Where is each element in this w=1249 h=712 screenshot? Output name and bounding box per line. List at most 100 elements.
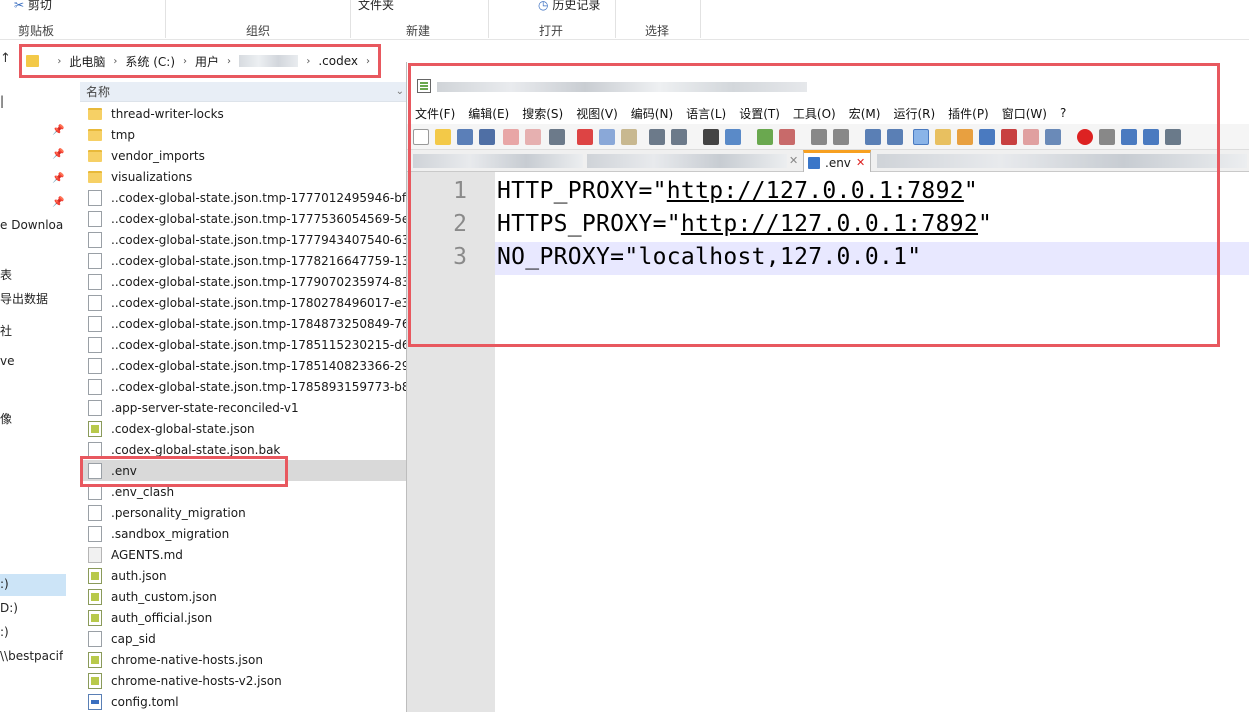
list-item[interactable]: ..codex-global-state.json.tmp-1779070235… — [84, 271, 406, 292]
list-item[interactable]: chrome-native-hosts.json — [84, 649, 406, 670]
file-name: config.toml — [111, 694, 179, 709]
file-name: auth_custom.json — [111, 589, 217, 604]
ribbon-divider — [488, 0, 489, 38]
nav-item-drive-d[interactable]: D:) — [0, 601, 18, 615]
list-item[interactable]: auth.json — [84, 565, 406, 586]
list-item[interactable]: .app-server-state-reconciled-v1 — [84, 397, 406, 418]
list-item[interactable]: config.toml — [84, 691, 406, 712]
breadcrumb-system-c[interactable]: 系统 (C:) — [125, 53, 175, 70]
list-item[interactable]: ..codex-global-state.json.tmp-1777012495… — [84, 187, 406, 208]
chevron-right-icon[interactable]: › — [183, 56, 187, 67]
list-item[interactable]: ..codex-global-state.json.tmp-1778216647… — [84, 250, 406, 271]
file-name: ..codex-global-state.json.tmp-1777536054… — [111, 211, 406, 226]
nav-item[interactable]: ve — [0, 354, 14, 368]
file-icon — [88, 189, 102, 206]
file-name: chrome-native-hosts-v2.json — [111, 673, 282, 688]
new-folder-button[interactable]: 文件夹 — [358, 0, 394, 13]
config-file-icon — [88, 693, 102, 710]
file-name: ..codex-global-state.json.tmp-1779070235… — [111, 274, 406, 289]
chevron-down-icon[interactable]: ⌄ — [396, 82, 404, 102]
file-list: 名称 ⌄ thread-writer-locks tmp vendor_import… — [70, 78, 406, 712]
folder-icon — [26, 55, 40, 67]
file-name: ..codex-global-state.json.tmp-1785140823… — [111, 358, 406, 373]
list-item[interactable]: .personality_migration — [84, 502, 406, 523]
list-item[interactable]: AGENTS.md — [84, 544, 406, 565]
chevron-right-icon[interactable]: › — [113, 56, 117, 67]
nav-item[interactable]: 导出数据 — [0, 290, 48, 307]
file-name: ..codex-global-state.json.tmp-1785893159… — [111, 379, 406, 394]
list-item[interactable]: ..codex-global-state.json.tmp-1780278496… — [84, 292, 406, 313]
file-icon — [88, 252, 102, 269]
nav-item[interactable]: | — [0, 94, 4, 108]
up-arrow-icon[interactable]: ↑ — [0, 51, 11, 66]
ribbon: ✂ 剪切 文件夹 ◷ 历史记录 剪贴板 组织 新建 打开 选择 — [0, 0, 1249, 40]
file-name: auth.json — [111, 568, 167, 583]
list-item[interactable]: ..codex-global-state.json.tmp-1784873250… — [84, 313, 406, 334]
file-icon — [88, 294, 102, 311]
list-item[interactable]: thread-writer-locks — [84, 103, 406, 124]
breadcrumb-this-pc[interactable]: 此电脑 — [69, 53, 105, 70]
file-icon — [88, 525, 102, 542]
list-item[interactable]: ..codex-global-state.json.tmp-1785140823… — [84, 355, 406, 376]
file-icon — [88, 231, 102, 248]
nav-item[interactable]: 社 — [0, 322, 12, 339]
file-name: auth_official.json — [111, 610, 213, 625]
file-name: chrome-native-hosts.json — [111, 652, 263, 667]
file-name: .app-server-state-reconciled-v1 — [111, 400, 299, 415]
list-item[interactable]: ..codex-global-state.json.tmp-1777943407… — [84, 229, 406, 250]
pin-icon: 📌 — [52, 125, 65, 136]
list-item[interactable]: .codex-global-state.json — [84, 418, 406, 439]
list-item[interactable]: vendor_imports — [84, 145, 406, 166]
pin-icon: 📌 — [52, 197, 65, 208]
chevron-right-icon[interactable]: › — [366, 56, 370, 67]
list-item[interactable]: visualizations — [84, 166, 406, 187]
list-item[interactable]: ..codex-global-state.json.tmp-1777536054… — [84, 208, 406, 229]
file-name: ..codex-global-state.json.tmp-1785115230… — [111, 337, 406, 352]
pin-icon: 📌 — [52, 149, 65, 160]
list-item[interactable]: ..codex-global-state.json.tmp-1785893159… — [84, 376, 406, 397]
file-name: ..codex-global-state.json.tmp-1777012495… — [111, 190, 406, 205]
file-name: cap_sid — [111, 631, 156, 646]
nav-item[interactable]: 表 — [0, 266, 12, 283]
file-name: tmp — [111, 127, 136, 142]
file-icon — [88, 399, 102, 416]
chevron-right-icon[interactable]: › — [227, 56, 231, 67]
list-item[interactable]: auth_custom.json — [84, 586, 406, 607]
folder-icon — [88, 107, 102, 120]
folder-icon — [88, 149, 102, 162]
nav-item-drive[interactable]: :) — [0, 625, 9, 639]
group-select: 选择 — [645, 24, 670, 38]
nav-item-downloads[interactable]: e Downloa — [0, 218, 63, 232]
list-item[interactable]: tmp — [84, 124, 406, 145]
list-item[interactable]: cap_sid — [84, 628, 406, 649]
json-file-icon — [88, 651, 102, 668]
annotation-highlight-editor — [408, 63, 1220, 347]
file-name: vendor_imports — [111, 148, 205, 163]
column-header-name[interactable]: 名称 ⌄ — [80, 82, 406, 102]
breadcrumb-users[interactable]: 用户 — [195, 53, 219, 70]
folder-icon — [88, 170, 102, 183]
chevron-right-icon[interactable]: › — [57, 56, 61, 67]
file-icon — [88, 336, 102, 353]
file-icon — [88, 504, 102, 521]
breadcrumb-username-redacted[interactable] — [239, 55, 299, 67]
ribbon-divider — [700, 0, 701, 38]
history-button[interactable]: ◷ 历史记录 — [538, 0, 600, 13]
cut-button[interactable]: ✂ 剪切 — [14, 0, 52, 13]
file-name: .codex-global-state.json — [111, 421, 255, 436]
breadcrumb[interactable]: › 此电脑 › 系统 (C:) › 用户 › › .codex › — [19, 44, 381, 78]
list-item[interactable]: ..codex-global-state.json.tmp-1785115230… — [84, 334, 406, 355]
list-item[interactable]: chrome-native-hosts-v2.json — [84, 670, 406, 691]
file-icon — [88, 273, 102, 290]
nav-item-drive-c[interactable]: :) — [0, 577, 9, 591]
json-file-icon — [88, 420, 102, 437]
chevron-right-icon[interactable]: › — [306, 56, 310, 67]
breadcrumb-codex[interactable]: .codex — [318, 54, 358, 68]
file-name: .codex-global-state.json.bak — [111, 442, 281, 457]
nav-item[interactable]: 像 — [0, 410, 12, 427]
nav-item-network-share[interactable]: \\bestpacif — [0, 649, 63, 663]
file-name: ..codex-global-state.json.tmp-1777943407… — [111, 232, 406, 247]
list-item[interactable]: .sandbox_migration — [84, 523, 406, 544]
navigation-pane: | 📌 📌 📌 📌 e Downloa 表 导出数据 社 ve 像 :) D:)… — [0, 78, 66, 712]
list-item[interactable]: auth_official.json — [84, 607, 406, 628]
